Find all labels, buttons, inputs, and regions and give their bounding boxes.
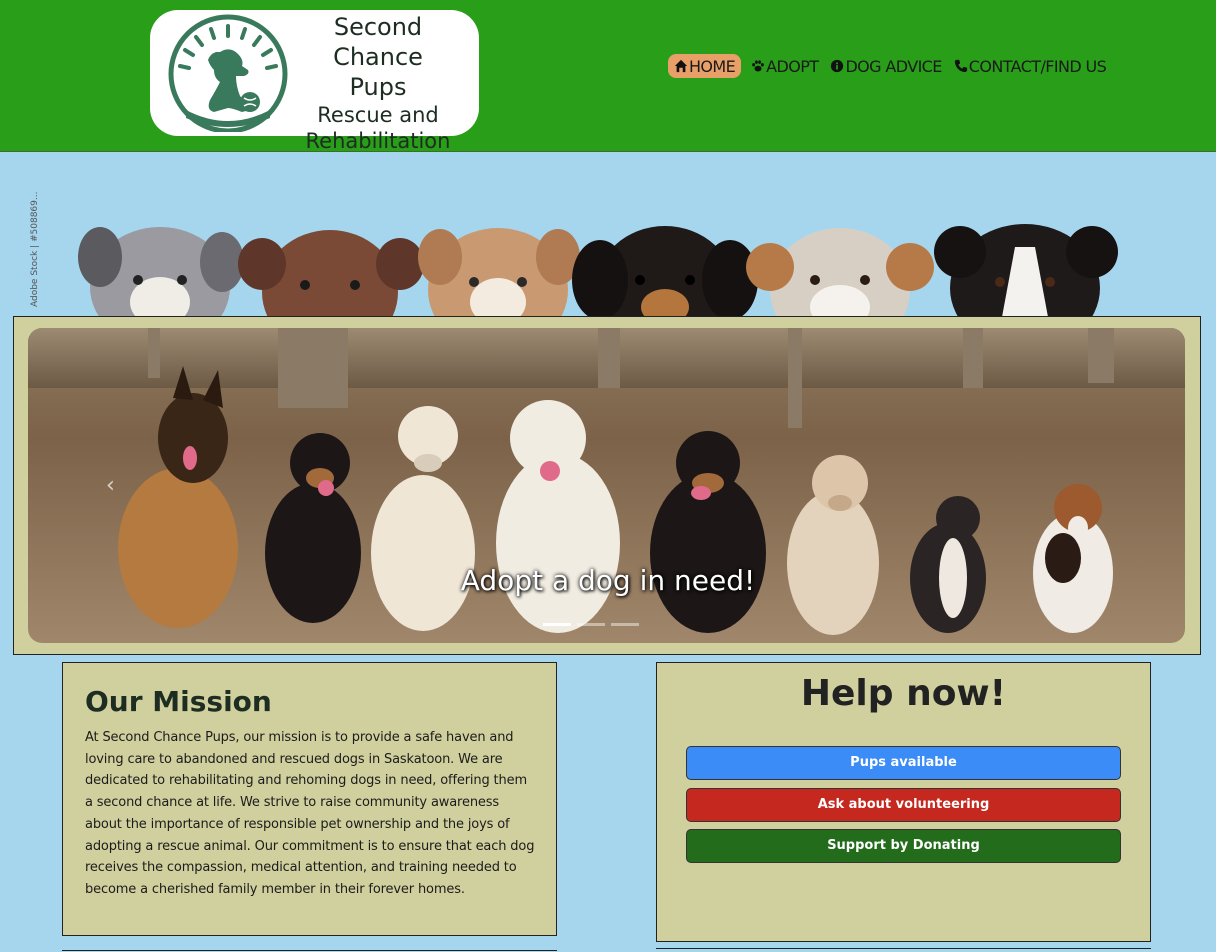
site-logo[interactable]: Second Chance Pups Rescue and Rehabilita… xyxy=(150,10,479,153)
mission-panel: Our Mission At Second Chance Pups, our m… xyxy=(62,662,557,936)
mission-body: At Second Chance Pups, our mission is to… xyxy=(85,730,535,897)
help-panel: Help now! Pups available Ask about volun… xyxy=(656,662,1151,942)
main-nav: HOME ADOPT DOG ADVICE CONTACT/FIND US xyxy=(668,54,1108,78)
nav-item-dog-advice[interactable]: DOG ADVICE xyxy=(828,54,943,78)
hero-puppies-banner xyxy=(0,152,1216,317)
puppy-black-tan xyxy=(572,226,758,317)
nav-label-home: HOME xyxy=(689,56,736,76)
carousel-indicator-3[interactable] xyxy=(611,623,639,626)
stock-credit: Adobe Stock | #508869... xyxy=(30,191,40,307)
puppy-terrier xyxy=(746,228,934,317)
puppy-brown xyxy=(238,230,424,317)
puppies-image xyxy=(78,224,1118,317)
logo-line-3: Rescue and xyxy=(317,103,439,127)
nav-item-home[interactable]: HOME xyxy=(668,54,742,78)
mission-title: Our Mission xyxy=(85,685,272,718)
help-next-panel-edge xyxy=(656,948,1151,952)
carousel-indicator-1[interactable] xyxy=(543,623,571,626)
home-icon xyxy=(674,59,688,73)
nav-label-contact: CONTACT/FIND US xyxy=(968,56,1107,76)
carousel-indicator-2[interactable] xyxy=(577,623,605,626)
puppy-red-merle xyxy=(418,228,580,317)
phone-icon xyxy=(954,59,967,73)
logo-line-1: Second Chance xyxy=(333,13,423,71)
chevron-left-icon: ‹ xyxy=(106,473,115,498)
logo-line-4: Rehabilitation xyxy=(305,129,451,153)
help-title: Help now! xyxy=(800,673,1007,714)
donate-button[interactable]: Support by Donating xyxy=(686,829,1121,863)
info-icon xyxy=(831,59,844,73)
logo-line-2: Pups xyxy=(349,73,407,101)
logo-text: Second Chance Pups Rescue and Rehabilita… xyxy=(288,12,468,154)
paw-icon xyxy=(752,60,764,72)
dog-sunburst-logo-icon xyxy=(168,14,288,132)
pups-available-button[interactable]: Pups available xyxy=(686,746,1121,780)
puppy-border-collie xyxy=(934,224,1118,317)
volunteer-button[interactable]: Ask about volunteering xyxy=(686,788,1121,822)
nav-item-adopt[interactable]: ADOPT xyxy=(749,54,820,78)
nav-label-dog-advice: DOG ADVICE xyxy=(845,56,942,76)
carousel-caption: Adopt a dog in need! xyxy=(460,564,756,597)
nav-label-adopt: ADOPT xyxy=(766,56,819,76)
carousel-prev-button[interactable]: ‹ xyxy=(106,474,124,498)
puppy-merle-left xyxy=(78,227,244,317)
carousel-indicators xyxy=(543,623,639,626)
nav-item-contact[interactable]: CONTACT/FIND US xyxy=(952,54,1108,78)
site-header: Second Chance Pups Rescue and Rehabilita… xyxy=(0,0,1216,153)
